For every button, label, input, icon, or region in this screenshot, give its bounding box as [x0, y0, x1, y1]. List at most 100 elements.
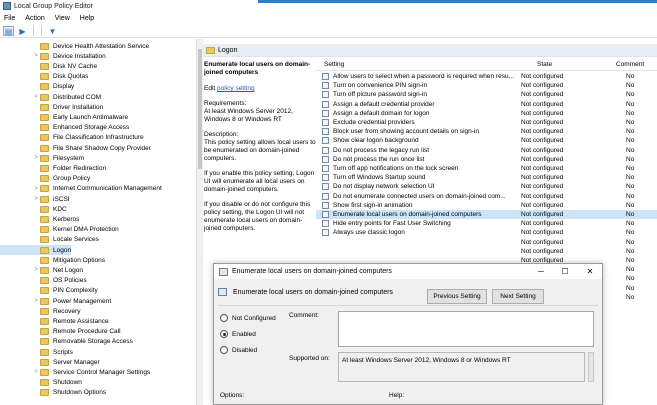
setting-comment: No: [626, 100, 635, 108]
setting-name: Allow users to select when a password is…: [333, 73, 515, 80]
chevron-right-icon[interactable]: >: [32, 94, 40, 100]
tree-item[interactable]: Folder Redirection: [0, 163, 106, 173]
setting-row[interactable]: Allow users to select when a password is…: [316, 72, 657, 81]
chevron-right-icon[interactable]: >: [32, 369, 40, 375]
setting-name: Assign a default domain for logon: [333, 109, 430, 117]
tree-item[interactable]: Recovery: [0, 306, 80, 316]
tree-item[interactable]: > Power Management: [0, 296, 111, 306]
chevron-right-icon[interactable]: >: [32, 196, 40, 202]
tree-item[interactable]: Display: [0, 82, 74, 92]
setting-row[interactable]: Turn off picture password sign-in Not con…: [316, 90, 657, 99]
setting-row[interactable]: Assign a default domain for logon Not con…: [316, 109, 657, 118]
properties-icon[interactable]: ▤: [3, 26, 14, 36]
menu-view[interactable]: View: [55, 15, 70, 22]
radio-enabled-dot[interactable]: [220, 330, 228, 338]
tree-item[interactable]: > Distributed COM: [0, 92, 101, 102]
tree-item[interactable]: Driver Installation: [0, 102, 103, 112]
setting-row[interactable]: Do not process the legacy run list Not co…: [316, 146, 657, 155]
setting-name: Enumerate local users on domain-joined c…: [333, 211, 482, 218]
setting-row[interactable]: Show clear logon background Not configure…: [316, 136, 657, 145]
tree-item[interactable]: > Internet Communication Management: [0, 184, 162, 194]
tree-item[interactable]: Remote Assistance: [0, 316, 109, 326]
setting-row[interactable]: Turn off Windows Startup sound Not config…: [316, 173, 657, 182]
tree-item[interactable]: PIN Complexity: [0, 286, 98, 296]
tree-item[interactable]: Device Health Attestation Service: [0, 41, 149, 51]
tree-item[interactable]: > Service Control Manager Settings: [0, 367, 150, 377]
radio-not-configured-dot[interactable]: [220, 314, 228, 322]
folder-icon: [40, 62, 49, 70]
radio-disabled[interactable]: Disabled: [220, 346, 257, 354]
setting-row[interactable]: Enumerate local users on domain-joined c…: [316, 210, 657, 219]
setting-row[interactable]: Not configured No: [316, 238, 657, 247]
close-button[interactable]: ✕: [583, 266, 597, 277]
tree-scroll-thumb[interactable]: [198, 49, 202, 169]
tree-item[interactable]: OS Policies: [0, 276, 87, 286]
tree-item-label: Display: [53, 83, 75, 91]
chevron-right-icon[interactable]: >: [32, 53, 40, 59]
menu-file[interactable]: File: [4, 15, 15, 22]
radio-not-configured[interactable]: Not Configured: [220, 314, 276, 322]
filter-icon[interactable]: ▼: [47, 26, 58, 36]
setting-row[interactable]: Always use classic logon Not configured No: [316, 228, 657, 237]
chevron-right-icon[interactable]: >: [32, 186, 40, 192]
radio-disabled-dot[interactable]: [220, 346, 228, 354]
setting-row[interactable]: Assign a default credential provider Not …: [316, 100, 657, 109]
setting-row[interactable]: Show first sign-in animation Not configur…: [316, 201, 657, 210]
maximize-button[interactable]: ☐: [558, 266, 572, 277]
setting-row[interactable]: Hide entry points for Fast User Switchin…: [316, 219, 657, 228]
tree-item[interactable]: Mitigation Options: [0, 255, 105, 265]
setting-row[interactable]: Exclude credential providers Not configur…: [316, 118, 657, 127]
comment-textarea[interactable]: [338, 311, 594, 347]
tree-item[interactable]: Shutdown: [0, 378, 82, 388]
minimize-button[interactable]: ─: [534, 266, 548, 277]
chevron-right-icon[interactable]: >: [32, 267, 40, 273]
tree-item-label: Device Installation: [53, 52, 106, 60]
tree-item[interactable]: File Share Shadow Copy Provider: [0, 143, 151, 153]
supported-scrollbar[interactable]: [588, 352, 594, 382]
tree-item[interactable]: Group Policy: [0, 174, 90, 184]
tree-item[interactable]: Kernel DMA Protection: [0, 225, 119, 235]
setting-row[interactable]: Do not process the run once list Not conf…: [316, 155, 657, 164]
tree-item[interactable]: > Device Installation: [0, 51, 106, 61]
setting-row[interactable]: Block user from showing account details …: [316, 127, 657, 136]
setting-row[interactable]: Turn on convenience PIN sign-in Not confi…: [316, 81, 657, 90]
menu-action[interactable]: Action: [25, 15, 44, 22]
chevron-right-icon[interactable]: >: [32, 155, 40, 161]
radio-enabled[interactable]: Enabled: [220, 330, 256, 338]
tree-item[interactable]: Enhanced Storage Access: [0, 123, 129, 133]
column-comment[interactable]: Comment: [616, 61, 644, 68]
tree-item[interactable]: KDC: [0, 204, 67, 214]
tree-item[interactable]: Locale Services: [0, 235, 99, 245]
tree-item[interactable]: Shutdown Options: [0, 388, 106, 398]
tree-item[interactable]: Removable Storage Access: [0, 337, 133, 347]
previous-setting-button[interactable]: Previous Setting: [427, 289, 487, 304]
tree-item[interactable]: File Classification Infrastructure: [0, 133, 144, 143]
tree-item[interactable]: Disk Quotas: [0, 72, 88, 82]
folder-icon: [40, 124, 49, 132]
tree-item[interactable]: Remote Procedure Call: [0, 327, 121, 337]
tree-item[interactable]: Scripts: [0, 347, 73, 357]
tree-item[interactable]: Disk NV Cache: [0, 61, 97, 71]
edit-policy-link[interactable]: policy setting: [217, 85, 255, 92]
tree-item[interactable]: Server Manager: [0, 357, 100, 367]
setting-row[interactable]: Do not display network selection UI Not c…: [316, 182, 657, 191]
tree-item[interactable]: > Net Logon: [0, 265, 83, 275]
setting-row[interactable]: Not configured No: [316, 247, 657, 256]
setting-row[interactable]: Turn off app notifications on the lock s…: [316, 164, 657, 173]
description-body-1: This policy setting allows local users t…: [204, 139, 316, 162]
column-setting[interactable]: Setting: [324, 61, 344, 68]
tree-item[interactable]: > Filesystem: [0, 153, 84, 163]
tree-item[interactable]: Kerberos: [0, 214, 79, 224]
tree-item[interactable]: Logon: [0, 245, 72, 255]
setting-state: Not configured: [521, 119, 564, 126]
accent-line: [258, 0, 657, 3]
column-state[interactable]: State: [537, 61, 552, 68]
chevron-right-icon[interactable]: >: [32, 298, 40, 304]
policy-setting-icon: [322, 91, 329, 99]
setting-row[interactable]: Do not enumerate connected users on doma…: [316, 192, 657, 201]
menu-help[interactable]: Help: [80, 15, 94, 22]
tree-item[interactable]: Early Launch Antimalware: [0, 112, 128, 122]
forward-arrow-icon[interactable]: ▶: [17, 26, 28, 36]
tree-item[interactable]: > iSCSI: [0, 194, 70, 204]
next-setting-button[interactable]: Next Setting: [492, 289, 544, 304]
